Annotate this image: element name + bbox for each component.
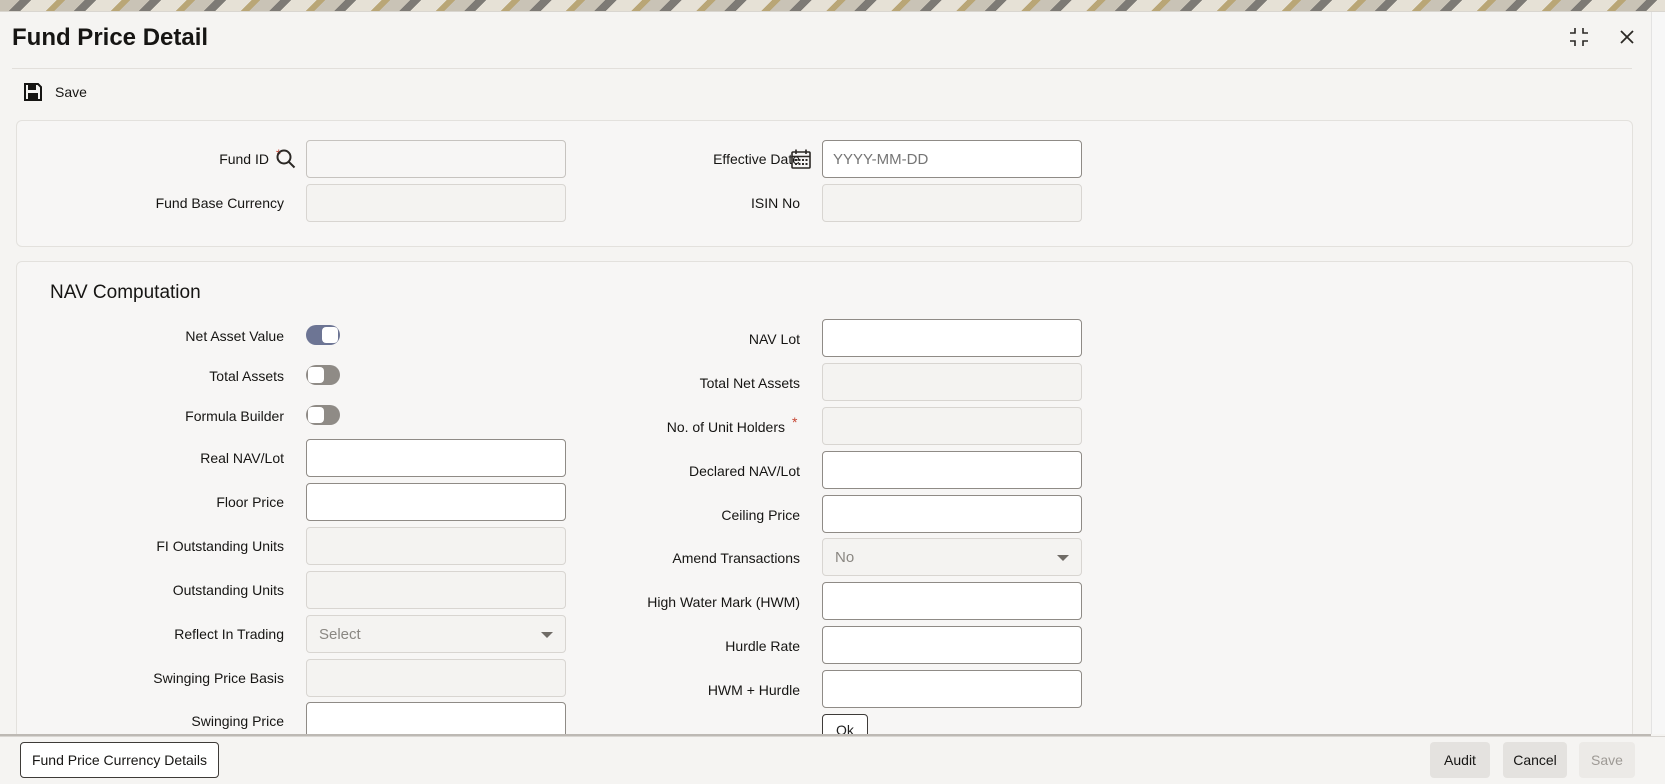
maximize-button[interactable] [1566,24,1592,50]
fund-base-currency-label: Fund Base Currency [155,195,284,211]
toolbar-save-label: Save [55,84,87,100]
amend-transactions-value: No [835,549,855,566]
isin-no-label: ISIN No [750,195,800,211]
fi-outstanding-units-field[interactable] [306,527,566,565]
ceiling-price-input[interactable] [822,495,1082,533]
reflect-in-trading-label: Reflect In Trading [174,626,284,642]
swinging-price-label: Swinging Price [191,713,284,729]
maximize-icon [1570,28,1588,46]
hurdle-rate-input[interactable] [822,626,1082,664]
chevron-down-icon [1057,555,1069,561]
swinging-price-basis-label: Swinging Price Basis [153,670,284,686]
fund-id-label: Fund ID [219,151,269,167]
unit-holders-required-mark: * [792,414,798,430]
effective-date-label: Effective Date [713,151,800,167]
hurdle-rate-label: Hurdle Rate [725,638,800,654]
floppy-disk-icon [24,83,42,101]
effective-date-input[interactable] [822,140,1082,178]
amend-transactions-label: Amend Transactions [672,550,800,566]
formula-builder-label: Formula Builder [185,408,284,424]
reflect-in-trading-select[interactable]: Select [306,615,566,653]
vertical-scrollbar[interactable] [1651,12,1665,734]
floor-price-label: Floor Price [216,494,284,510]
hwm-hurdle-input[interactable] [822,670,1082,708]
declared-nav-lot-label: Declared NAV/Lot [688,463,800,479]
no-of-unit-holders-label: No. of Unit Holders [666,419,785,435]
footer-bar [0,736,1665,784]
chevron-down-icon [541,632,553,638]
toggle-knob [322,327,338,343]
close-button[interactable] [1614,24,1640,50]
fi-outstanding-units-label: FI Outstanding Units [156,538,284,554]
banner-divider [0,11,1665,12]
nav-lot-label: NAV Lot [748,331,800,347]
search-icon[interactable] [276,149,296,174]
total-assets-label: Total Assets [209,368,284,384]
page-title: Fund Price Detail [12,24,209,51]
fund-price-currency-details-button[interactable]: Fund Price Currency Details [20,742,219,778]
fund-id-input[interactable] [306,140,566,178]
net-asset-value-toggle[interactable] [306,325,340,345]
hwm-hurdle-label: HWM + Hurdle [707,682,800,698]
footer-save-button[interactable]: Save [1579,742,1635,778]
outstanding-units-label: Outstanding Units [172,582,284,598]
high-water-mark-input[interactable] [822,582,1082,620]
title-divider [12,68,1632,69]
nav-lot-input[interactable] [822,319,1082,357]
toggle-knob [308,367,324,383]
total-net-assets-label: Total Net Assets [699,375,800,391]
isin-no-field[interactable] [822,184,1082,222]
cancel-button[interactable]: Cancel [1503,742,1567,778]
audit-button[interactable]: Audit [1430,742,1490,778]
formula-builder-toggle[interactable] [306,405,340,425]
nav-computation-title: NAV Computation [50,282,201,303]
no-of-unit-holders-field[interactable] [822,407,1082,445]
ceiling-price-label: Ceiling Price [721,507,800,523]
footer-divider [0,734,1651,736]
real-nav-lot-label: Real NAV/Lot [200,450,284,466]
amend-transactions-select[interactable]: No [822,538,1082,576]
total-net-assets-field[interactable] [822,363,1082,401]
outstanding-units-field[interactable] [306,571,566,609]
decorative-banner [0,0,1665,11]
high-water-mark-label: High Water Mark (HWM) [647,594,800,610]
total-assets-toggle[interactable] [306,365,340,385]
reflect-in-trading-value: Select [319,626,361,643]
calendar-icon[interactable] [790,148,812,175]
floor-price-input[interactable] [306,483,566,521]
net-asset-value-label: Net Asset Value [185,328,284,344]
real-nav-lot-input[interactable] [306,439,566,477]
close-icon [1620,30,1634,44]
declared-nav-lot-input[interactable] [822,451,1082,489]
toggle-knob [308,407,324,423]
swinging-price-basis-field[interactable] [306,659,566,697]
toolbar-save-button[interactable]: Save [23,82,87,102]
fund-base-currency-field[interactable] [306,184,566,222]
